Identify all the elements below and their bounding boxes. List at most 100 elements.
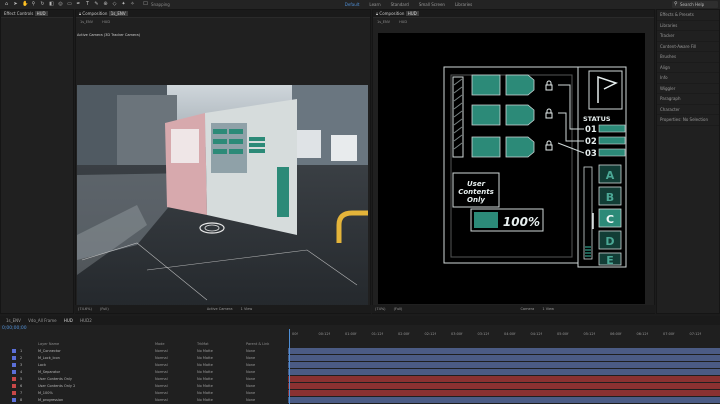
layer-parent[interactable]: None <box>246 369 255 375</box>
rotate-tool-icon[interactable]: ↻ <box>40 2 45 7</box>
col-parent[interactable]: Parent & Link <box>246 341 269 347</box>
timeline-tab-vdo[interactable]: Vdo_All Frame <box>28 318 56 323</box>
home-icon[interactable]: ⌂ <box>4 2 9 7</box>
hud-composition-tab[interactable]: 🔒︎ Composition HUD <box>373 10 654 18</box>
layer-row[interactable]: 1 M_Connector Normal No Matte None <box>0 348 288 354</box>
layer-parent[interactable]: None <box>246 348 255 354</box>
camera-tool-icon[interactable]: ◧ <box>49 2 54 7</box>
track-target-ring[interactable] <box>199 222 225 234</box>
layer-mode[interactable]: Normal <box>155 383 168 389</box>
layer-track-bar[interactable] <box>288 376 720 382</box>
side-tracker[interactable]: Tracker <box>657 31 719 42</box>
composition-tab[interactable]: 🔒︎ Composition 1s_ENV <box>76 10 370 18</box>
layer-parent[interactable]: None <box>246 390 255 396</box>
selection-tool-icon[interactable]: ➤ <box>13 2 18 7</box>
workspace-standard[interactable]: Standard <box>391 2 409 7</box>
layer-track-bar[interactable] <box>288 383 720 389</box>
clone-tool-icon[interactable]: ⊕ <box>103 2 108 7</box>
layer-row[interactable]: 5 User Contents Only Normal No Matte None <box>0 376 288 382</box>
side-effects-presets[interactable]: Effects & Presets <box>657 10 719 21</box>
col-mode[interactable]: Mode <box>155 341 165 347</box>
timeline-tab-hud[interactable]: HUD <box>64 318 73 323</box>
search-help-field[interactable]: ⚲ Search Help <box>672 1 718 8</box>
hud-views[interactable]: 1 View <box>542 307 554 311</box>
hud-zoom[interactable]: (74%) <box>375 307 386 311</box>
hud-resolution[interactable]: (Full) <box>394 307 403 311</box>
layer-row[interactable]: 8 M_progression Normal No Matte None <box>0 397 288 403</box>
side-brushes[interactable]: Brushes <box>657 52 719 63</box>
layer-row[interactable]: 4 M_Separator Normal No Matte None <box>0 369 288 375</box>
layer-mode[interactable]: Normal <box>155 369 168 375</box>
layer-mode[interactable]: Normal <box>155 348 168 354</box>
layer-mode[interactable]: Normal <box>155 355 168 361</box>
subtab-env[interactable]: 1s_ENV <box>80 20 93 24</box>
eraser-tool-icon[interactable]: ◇ <box>112 2 117 7</box>
side-info[interactable]: Info <box>657 73 719 84</box>
layer-mode[interactable]: Normal <box>155 390 168 396</box>
layer-trkmat[interactable]: No Matte <box>197 383 213 389</box>
layer-parent[interactable]: None <box>246 362 255 368</box>
layer-row[interactable]: 6 User Contents Only 2 Normal No Matte None <box>0 383 288 389</box>
layer-track-bar[interactable] <box>288 348 720 354</box>
layer-trkmat[interactable]: No Matte <box>197 376 213 382</box>
layer-track-bar[interactable] <box>288 369 720 375</box>
layer-mode[interactable]: Normal <box>155 397 168 403</box>
layer-parent[interactable]: None <box>246 383 255 389</box>
viewer-camera[interactable]: Active Camera <box>207 307 233 311</box>
col-layer-name[interactable]: Layer Name <box>38 341 59 347</box>
timeline-tab-env[interactable]: 1s_ENV <box>6 318 21 323</box>
side-properties[interactable]: Properties: No Selection <box>657 115 719 126</box>
layer-trkmat[interactable]: No Matte <box>197 390 213 396</box>
hand-tool-icon[interactable]: ✋ <box>22 2 28 7</box>
brush-tool-icon[interactable]: ✎ <box>94 2 99 7</box>
layer-parent[interactable]: None <box>246 355 255 361</box>
layer-track-bar[interactable] <box>288 362 720 368</box>
col-trkmat[interactable]: TrkMat <box>197 341 209 347</box>
subtab-hud[interactable]: HUD <box>102 20 110 24</box>
time-ruler[interactable]: 00f 00:12f 01:00f 01:12f 02:00f 02:12f 03:00f 0… <box>288 330 720 338</box>
layer-trkmat[interactable]: No Matte <box>197 369 213 375</box>
layer-parent[interactable]: None <box>246 397 255 403</box>
hud-camera[interactable]: Camera <box>520 307 534 311</box>
effect-controls-tab[interactable]: Effect Controls HUD <box>1 10 73 18</box>
layer-row[interactable]: 3 Lock Normal No Matte None <box>0 362 288 368</box>
pan-behind-tool-icon[interactable]: ◎ <box>58 2 63 7</box>
workspace-libraries[interactable]: Libraries <box>455 2 472 7</box>
side-libraries[interactable]: Libraries <box>657 21 719 31</box>
rectangle-tool-icon[interactable]: ▭ <box>67 2 72 7</box>
layer-track-bar[interactable] <box>288 355 720 361</box>
pen-tool-icon[interactable]: ✒ <box>76 2 81 7</box>
side-content-aware-fill[interactable]: Content-Aware Fill <box>657 42 719 52</box>
side-wiggler[interactable]: Wiggler <box>657 84 719 94</box>
layer-trkmat[interactable]: No Matte <box>197 362 213 368</box>
layer-trkmat[interactable]: No Matte <box>197 355 213 361</box>
puppet-tool-icon[interactable]: ✦ <box>121 2 126 7</box>
snapping-checkbox-icon[interactable]: ☐ <box>143 2 148 7</box>
playhead[interactable] <box>289 329 290 404</box>
timeline-tab-hud2[interactable]: HUD2 <box>80 318 92 323</box>
layer-trkmat[interactable]: No Matte <box>197 397 213 403</box>
roto-tool-icon[interactable]: ✧ <box>130 2 135 7</box>
workspace-learn[interactable]: Learn <box>369 2 380 7</box>
side-paragraph[interactable]: Paragraph <box>657 94 719 105</box>
type-tool-icon[interactable]: T <box>85 2 90 7</box>
viewer-zoom[interactable]: (74.6%) <box>78 307 92 311</box>
street-scene-preview[interactable] <box>77 85 368 310</box>
viewer-views[interactable]: 1 View <box>241 307 253 311</box>
hud-subtab-hud[interactable]: HUD <box>399 20 407 24</box>
layer-parent[interactable]: None <box>246 376 255 382</box>
hud-lock-icon[interactable]: 🔒︎ <box>376 11 378 16</box>
layer-track-bar[interactable] <box>288 390 720 396</box>
layer-row[interactable]: 7 M_100% Normal No Matte None <box>0 390 288 396</box>
side-character[interactable]: Character <box>657 105 719 115</box>
hud-canvas[interactable]: STATUS 01 02 03 A B C D E User Contents … <box>378 33 645 304</box>
layer-row[interactable]: 2 M_Lock_Icon Normal No Matte None <box>0 355 288 361</box>
workspace-small-screen[interactable]: Small Screen <box>419 2 445 7</box>
layer-track-bar[interactable] <box>288 397 720 403</box>
lock-icon[interactable]: 🔒︎ <box>79 11 81 16</box>
layer-trkmat[interactable]: No Matte <box>197 348 213 354</box>
layer-mode[interactable]: Normal <box>155 362 168 368</box>
timecode[interactable]: 0;00;00;00 <box>2 326 27 331</box>
workspace-default[interactable]: Default <box>345 2 360 7</box>
layer-mode[interactable]: Normal <box>155 376 168 382</box>
